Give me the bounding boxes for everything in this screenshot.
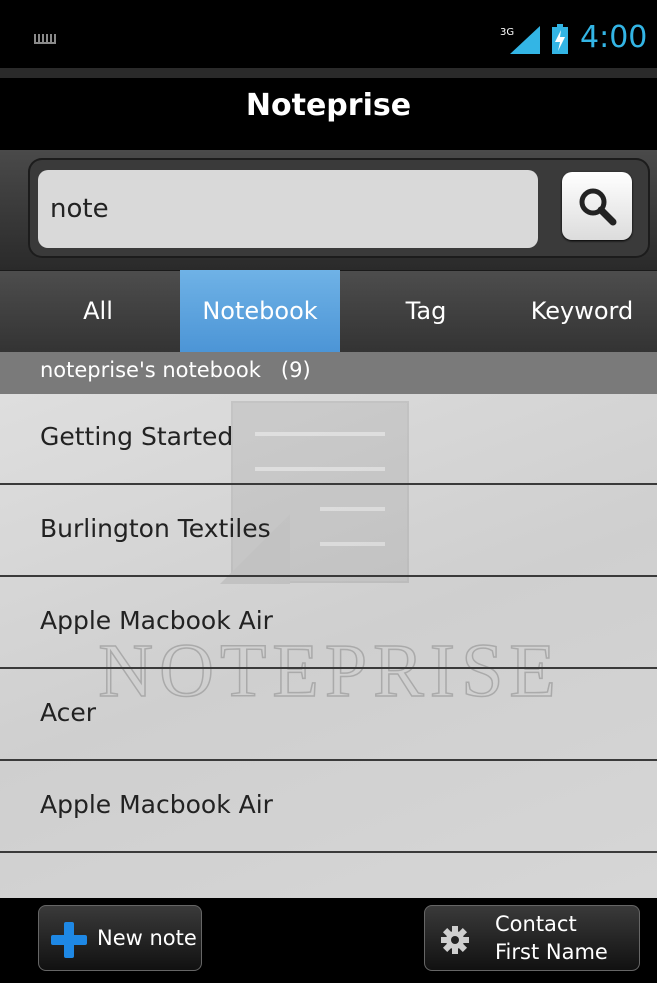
battery-icon [552, 24, 568, 54]
tab-tag[interactable]: Tag [346, 270, 506, 352]
signal-icon: 3G [500, 26, 540, 54]
contact-button[interactable]: Contact First Name [424, 905, 640, 971]
notes-list: NOTEPRISE Getting Started Burlington Tex… [0, 394, 657, 898]
tab-keyword[interactable]: Keyword [502, 270, 657, 352]
list-item[interactable] [0, 854, 657, 898]
network-label: 3G [500, 27, 514, 38]
contact-name: First Name [495, 940, 608, 964]
note-title: Apple Macbook Air [40, 790, 273, 819]
gear-icon [441, 926, 469, 954]
new-note-label: New note [97, 926, 197, 950]
notebook-group-header: noteprise's notebook (9) [0, 352, 657, 394]
list-item[interactable]: Apple Macbook Air [0, 578, 657, 669]
list-item[interactable]: Burlington Textiles [0, 486, 657, 577]
note-title: Getting Started [40, 422, 234, 451]
list-item[interactable]: Acer [0, 670, 657, 761]
list-item[interactable]: Apple Macbook Air [0, 762, 657, 853]
tab-all[interactable]: All [18, 270, 178, 352]
search-button[interactable] [562, 172, 632, 240]
search-icon [579, 188, 617, 226]
app-screen: 3G 4:00 Noteprise All Notebook Tag Keywo… [0, 0, 657, 983]
keyboard-icon [34, 34, 56, 44]
note-title: Burlington Textiles [40, 514, 271, 543]
tab-notebook[interactable]: Notebook [180, 270, 340, 352]
contact-label: Contact [495, 912, 577, 936]
new-note-button[interactable]: New note [38, 905, 202, 971]
app-title: Noteprise [245, 88, 412, 123]
notebook-group-label: noteprise's notebook (9) [40, 358, 311, 382]
plus-icon [51, 922, 87, 958]
search-input[interactable] [38, 170, 538, 248]
note-title: Apple Macbook Air [40, 606, 273, 635]
list-item[interactable]: Getting Started [0, 394, 657, 485]
status-clock: 4:00 [580, 20, 648, 55]
note-title: Acer [40, 698, 97, 727]
